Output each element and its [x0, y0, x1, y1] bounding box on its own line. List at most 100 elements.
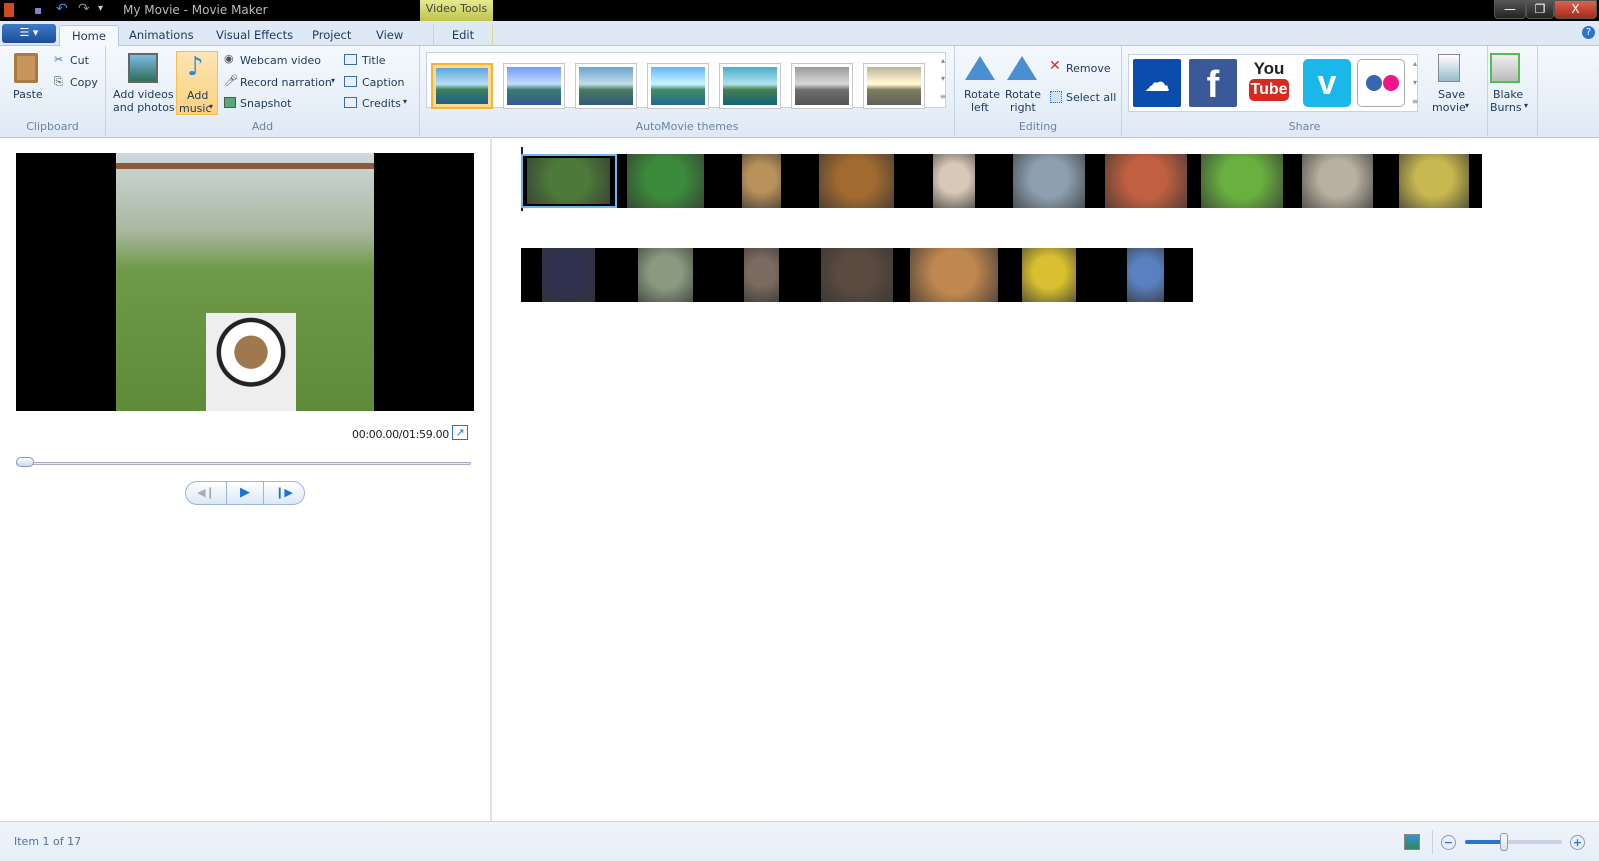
storyboard-clip[interactable] — [821, 248, 908, 302]
storyboard-clip[interactable] — [617, 154, 740, 208]
dropdown-arrow-icon: ▾ — [403, 97, 408, 106]
gallery-scroll[interactable]: ▴ ▾ ≡ — [937, 52, 949, 108]
film-photo-icon — [128, 53, 158, 83]
clipboard-icon — [14, 53, 38, 83]
select-all-label: Select all — [1066, 91, 1117, 104]
storyboard-clip[interactable] — [819, 154, 933, 208]
automovie-theme[interactable] — [647, 63, 709, 109]
dropdown-arrow-icon: ▾ — [331, 76, 336, 85]
zoom-slider-handle[interactable] — [1499, 833, 1508, 851]
storyboard-clip[interactable] — [740, 154, 819, 208]
flickr-icon[interactable] — [1357, 59, 1405, 107]
minimize-button[interactable]: — — [1494, 0, 1526, 19]
storyboard-clip[interactable] — [1013, 154, 1105, 208]
storyboard-clip[interactable] — [638, 248, 742, 302]
title-bar: ▪ ↶ ↷ ▾ My Movie - Movie Maker Video Too… — [0, 0, 1599, 21]
automovie-theme[interactable] — [719, 63, 781, 109]
dropdown-arrow-icon: ▾ — [209, 102, 214, 111]
vimeo-icon[interactable]: v — [1303, 59, 1351, 107]
add-group-label: Add — [251, 120, 274, 133]
seek-bar[interactable] — [16, 462, 471, 465]
add-music-label: Add — [187, 89, 209, 102]
next-frame-button[interactable]: ❙▶ — [264, 482, 304, 504]
tab-project[interactable]: Project — [300, 25, 363, 47]
storyboard-clip[interactable] — [742, 248, 821, 302]
clip-thumbnail — [1127, 248, 1164, 302]
themes-group-label: AutoMovie themes — [635, 120, 739, 133]
tab-view[interactable]: View — [364, 25, 415, 47]
share-gallery-scroll[interactable]: ▴ ▾ ≡ — [1410, 54, 1420, 112]
dropdown-arrow-icon: ▾ — [1524, 101, 1529, 110]
ribbon-tabs: ☰ ▾ Home Animations Visual Effects Proje… — [0, 21, 1599, 47]
automovie-theme[interactable] — [791, 63, 853, 109]
storyboard-clip[interactable] — [933, 154, 1013, 208]
rotate-left-icon — [965, 56, 995, 80]
storyboard-clip[interactable] — [521, 248, 638, 302]
zoom-slider[interactable] — [1465, 840, 1562, 844]
app-icon — [4, 3, 14, 17]
preview-frame-image — [116, 153, 374, 411]
automovie-theme[interactable] — [431, 63, 493, 109]
automovie-theme[interactable] — [575, 63, 637, 109]
onedrive-icon[interactable]: ☁ — [1133, 59, 1181, 107]
caption-label: Caption — [362, 76, 405, 89]
add-music-label-2: music — [179, 102, 212, 115]
customize-qat-icon[interactable]: ▾ — [98, 3, 103, 14]
file-menu-button[interactable]: ☰ ▾ — [2, 24, 56, 43]
add-group: Add videos and photos ♪ Add music ▾ ◉ Webc… — [106, 46, 420, 136]
save-icon[interactable]: ▪ — [34, 3, 42, 17]
storyboard-clip[interactable] — [1187, 154, 1283, 208]
thumbnail-size-icon[interactable] — [1404, 834, 1420, 850]
share-group-label: Share — [1288, 120, 1321, 133]
video-preview[interactable] — [16, 153, 474, 411]
time-display: 00:00.00/01:59.00 — [352, 428, 449, 441]
tab-animations[interactable]: Animations — [117, 25, 206, 47]
zoom-out-icon[interactable]: − — [1441, 835, 1456, 850]
close-button[interactable]: X — [1554, 0, 1597, 19]
narration-label: Record narration — [240, 76, 332, 89]
paste-label: Paste — [13, 88, 43, 101]
snapshot-label: Snapshot — [240, 97, 292, 110]
storyboard-clip[interactable] — [1283, 154, 1383, 208]
status-text: Item 1 of 17 — [14, 835, 82, 848]
account-name: Blake — [1493, 88, 1524, 101]
webcam-label: Webcam video — [240, 54, 322, 67]
facebook-icon[interactable]: f — [1189, 59, 1237, 107]
rotate-right-icon — [1007, 56, 1037, 80]
restore-button[interactable]: ❐ — [1526, 0, 1554, 19]
play-button[interactable]: ▶ — [226, 482, 264, 504]
account-name-2: Burns — [1490, 101, 1522, 114]
storyboard-clip[interactable] — [1383, 154, 1482, 208]
scissors-icon: ✂ — [54, 53, 64, 66]
preview-pane: 00:00.00/01:59.00 ↗ ◀❙ ▶ ❙▶ — [0, 139, 492, 821]
status-divider — [1432, 830, 1433, 854]
redo-icon[interactable]: ↷ — [78, 1, 90, 17]
seek-slider-handle[interactable] — [16, 457, 34, 467]
caption-icon — [344, 76, 357, 87]
add-music-button[interactable]: ♪ Add music ▾ — [176, 51, 218, 115]
tab-home[interactable]: Home — [59, 25, 119, 47]
tab-edit[interactable]: Edit — [433, 25, 493, 47]
zoom-in-icon[interactable]: + — [1570, 835, 1585, 850]
youtube-icon[interactable]: You Tube — [1245, 59, 1293, 107]
automovie-theme[interactable] — [503, 63, 565, 109]
storyboard-clip[interactable] — [1112, 248, 1193, 302]
storyboard-clip[interactable] — [1020, 248, 1112, 302]
clip-thumbnail — [819, 154, 894, 208]
help-icon[interactable]: ? — [1582, 26, 1595, 39]
fullscreen-icon[interactable]: ↗ — [452, 425, 468, 440]
undo-icon[interactable]: ↶ — [56, 1, 68, 17]
automovie-theme[interactable] — [863, 63, 925, 109]
editing-group: Rotate left Rotate right ✕ Remove Select … — [955, 46, 1122, 136]
save-movie-icon — [1438, 54, 1460, 82]
storyboard-clip[interactable] — [1105, 154, 1187, 208]
storyboard-clip[interactable] — [908, 248, 1020, 302]
clip-thumbnail — [933, 154, 975, 208]
clip-thumbnail — [1022, 248, 1076, 302]
tab-visual-effects[interactable]: Visual Effects — [204, 25, 305, 47]
snapshot-icon — [224, 97, 236, 108]
add-videos-label: Add videos — [113, 88, 174, 101]
storyboard-clip[interactable] — [521, 154, 617, 208]
previous-frame-button[interactable]: ◀❙ — [186, 482, 226, 504]
clip-thumbnail — [910, 248, 998, 302]
